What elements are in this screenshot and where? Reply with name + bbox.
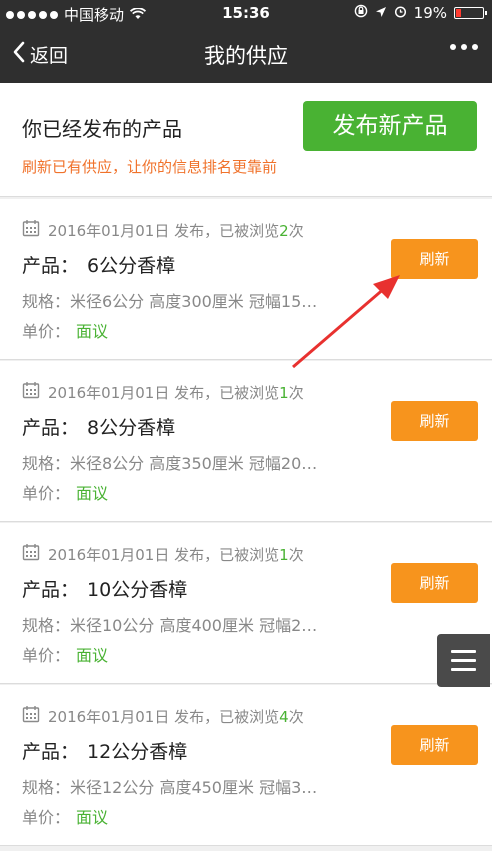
product-line: 产品： 8公分香樟: [22, 413, 175, 440]
price-value: 面议: [76, 808, 109, 827]
view-count: 1: [279, 383, 289, 402]
product-name: 12公分香樟: [87, 741, 188, 763]
product-card: 2016年01月01日 发布，已被浏览1次 产品： 10公分香樟 规格：米径10公…: [0, 523, 492, 684]
published-heading: 你已经发布的产品: [22, 117, 182, 141]
product-card: 2016年01月01日 发布，已被浏览1次 产品： 8公分香樟 规格：米径8公分 …: [0, 361, 492, 522]
product-line: 产品： 10公分香樟: [22, 575, 187, 602]
product-name: 6公分香樟: [87, 255, 176, 277]
refresh-hint: 刷新已有供应，让你的信息排名更靠前: [22, 158, 278, 176]
price-line: 单价： 面议: [22, 642, 108, 666]
rotation-lock-icon: [354, 4, 368, 22]
price-line: 单价： 面议: [22, 480, 108, 504]
product-line: 产品： 6公分香樟: [22, 251, 175, 278]
price-label: 单价：: [22, 322, 71, 341]
view-count-unit: 次: [288, 383, 304, 402]
product-list: 2016年01月01日 发布，已被浏览2次 产品： 6公分香樟 规格：米径6公分 …: [0, 199, 492, 847]
refresh-button[interactable]: 刷新: [391, 725, 478, 765]
product-spec: 规格：米径10公分 高度400厘米 冠幅2…: [22, 616, 318, 635]
refresh-button[interactable]: 刷新: [391, 239, 478, 279]
product-spec: 规格：米径8公分 高度350厘米 冠幅20…: [22, 454, 318, 473]
hamburger-bar: [451, 659, 476, 662]
price-label: 单价：: [22, 808, 71, 827]
alarm-icon: [394, 4, 407, 22]
view-count: 2: [279, 221, 289, 240]
product-spec: 规格：米径6公分 高度300厘米 冠幅15…: [22, 292, 318, 311]
battery-percent: 19%: [413, 4, 447, 22]
product-label: 产品：: [22, 579, 80, 601]
publish-date: 2016年01月01日: [48, 707, 170, 726]
calendar-icon: [22, 543, 40, 565]
view-count-unit: 次: [288, 707, 304, 726]
meta-suffix: 发布，已被浏览: [174, 221, 280, 240]
refresh-button[interactable]: 刷新: [391, 401, 478, 441]
meta-suffix: 发布，已被浏览: [174, 545, 280, 564]
publish-date: 2016年01月01日: [48, 383, 170, 402]
publish-panel: 你已经发布的产品 发布新产品 刷新已有供应，让你的信息排名更靠前: [0, 83, 492, 197]
meta-suffix: 发布，已被浏览: [174, 707, 280, 726]
more-menu-button[interactable]: [450, 44, 478, 50]
publish-date: 2016年01月01日: [48, 221, 170, 240]
hamburger-bar: [451, 668, 476, 671]
view-count-unit: 次: [288, 221, 304, 240]
price-value: 面议: [76, 484, 109, 503]
publish-meta: 2016年01月01日 发布，已被浏览1次: [22, 381, 304, 403]
publish-meta: 2016年01月01日 发布，已被浏览4次: [22, 705, 304, 727]
price-line: 单价： 面议: [22, 318, 108, 342]
view-count: 1: [279, 545, 289, 564]
price-label: 单价：: [22, 484, 71, 503]
price-value: 面议: [76, 322, 109, 341]
product-card: 2016年01月01日 发布，已被浏览4次 产品： 12公分香樟 规格：米径12公…: [0, 685, 492, 846]
calendar-icon: [22, 381, 40, 403]
product-label: 产品：: [22, 741, 80, 763]
price-label: 单价：: [22, 646, 71, 665]
floating-menu-button[interactable]: [437, 634, 490, 687]
nav-bar: 返回 我的供应: [0, 26, 492, 83]
product-name: 8公分香樟: [87, 417, 176, 439]
more-dot-icon: [461, 44, 467, 50]
calendar-icon: [22, 705, 40, 727]
more-dot-icon: [450, 44, 456, 50]
product-spec: 规格：米径12公分 高度450厘米 冠幅3…: [22, 778, 318, 797]
location-icon: [375, 4, 387, 22]
battery-icon: [454, 7, 487, 19]
publish-meta: 2016年01月01日 发布，已被浏览1次: [22, 543, 304, 565]
publish-meta: 2016年01月01日 发布，已被浏览2次: [22, 219, 304, 241]
publish-new-product-button[interactable]: 发布新产品: [303, 101, 477, 151]
product-name: 10公分香樟: [87, 579, 188, 601]
view-count-unit: 次: [288, 545, 304, 564]
status-right: 19%: [354, 4, 487, 22]
view-count: 4: [279, 707, 289, 726]
calendar-icon: [22, 219, 40, 241]
publish-date: 2016年01月01日: [48, 545, 170, 564]
product-line: 产品： 12公分香樟: [22, 737, 187, 764]
page-title: 我的供应: [204, 44, 288, 68]
product-label: 产品：: [22, 255, 80, 277]
status-bar: 中国移动 15:36 19%: [0, 0, 492, 26]
product-card: 2016年01月01日 发布，已被浏览2次 产品： 6公分香樟 规格：米径6公分 …: [0, 199, 492, 360]
hamburger-menu-icon: [451, 650, 476, 653]
meta-suffix: 发布，已被浏览: [174, 383, 280, 402]
product-label: 产品：: [22, 417, 80, 439]
price-line: 单价： 面议: [22, 804, 108, 828]
refresh-button[interactable]: 刷新: [391, 563, 478, 603]
more-dot-icon: [472, 44, 478, 50]
price-value: 面议: [76, 646, 109, 665]
